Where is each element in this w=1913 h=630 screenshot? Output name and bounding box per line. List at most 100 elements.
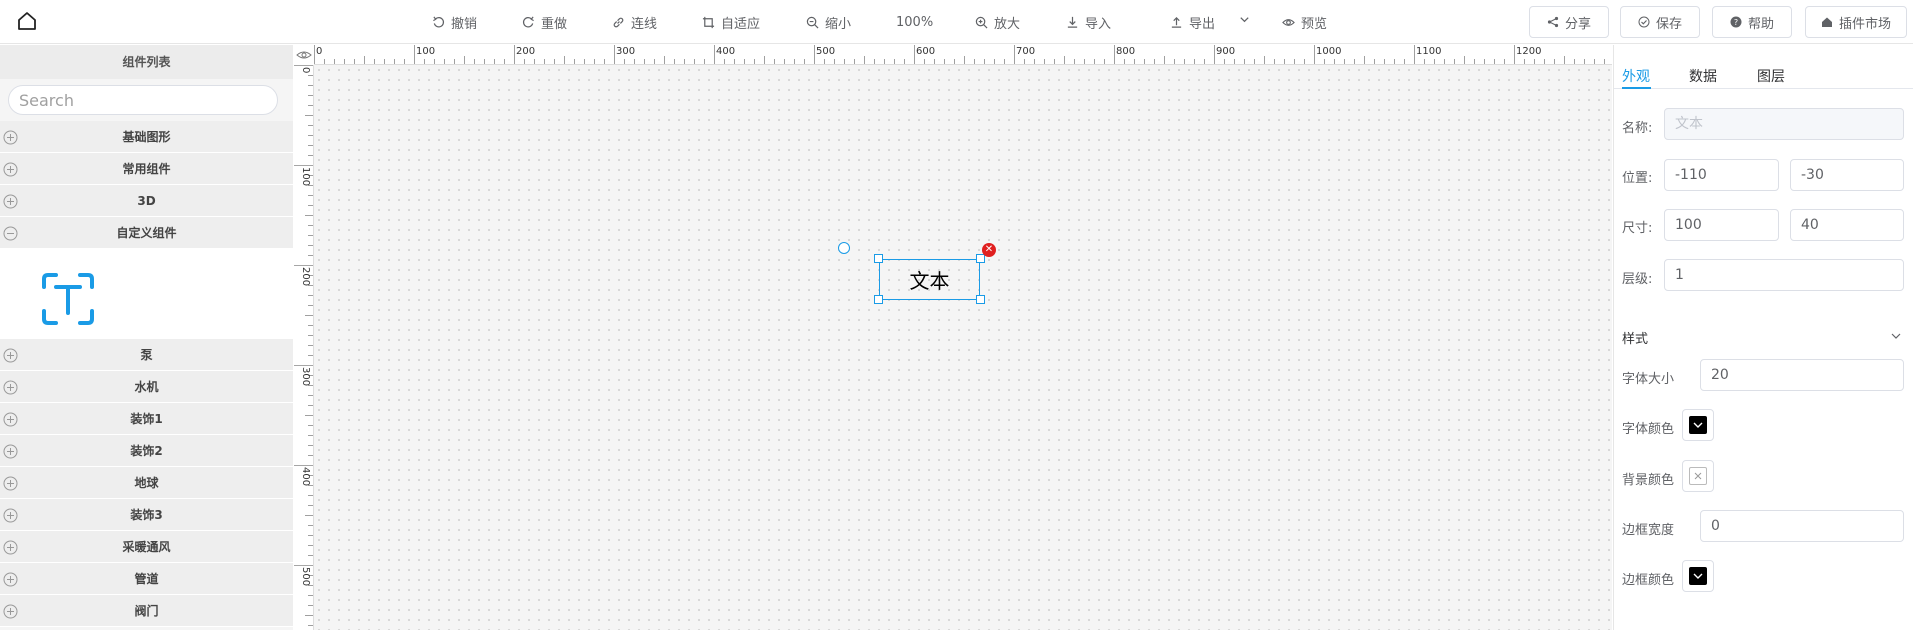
import-button[interactable]: 导入 bbox=[1066, 12, 1111, 32]
ruler-label: 100 bbox=[300, 167, 311, 186]
category-item[interactable]: 装饰3 bbox=[0, 499, 293, 531]
active-tab-indicator bbox=[1622, 87, 1651, 89]
font-color-swatch bbox=[1689, 416, 1707, 434]
eye-icon bbox=[296, 51, 312, 59]
chevron-down-icon bbox=[1240, 16, 1249, 22]
zoom-in-button[interactable]: 放大 bbox=[975, 12, 1020, 32]
width-field[interactable]: 100 bbox=[1664, 209, 1779, 241]
component-panel: 组件列表 基础图形常用组件 3D 自定义组件泵水机装饰1 装饰2 地球装饰3 采暖通风管道… bbox=[0, 45, 293, 630]
export-dropdown[interactable] bbox=[1238, 9, 1251, 29]
chevron-down-icon bbox=[1891, 333, 1901, 339]
search-input[interactable] bbox=[8, 85, 278, 115]
expand-icon bbox=[3, 572, 18, 587]
category-list: 基础图形常用组件 3D 自定义组件泵水机 装饰1 装饰2 地球装饰3 采暖通风管道阀门 bbox=[0, 121, 293, 627]
layer-field[interactable]: 1 bbox=[1664, 259, 1904, 291]
property-panel: 外观 数据 图层 名称: 文本 位置: -110 -30 尺寸: 100 40 … bbox=[1613, 45, 1913, 630]
font-color-picker[interactable] bbox=[1682, 409, 1714, 441]
share-icon bbox=[1547, 16, 1559, 28]
ruler-label: 800 bbox=[1116, 46, 1135, 57]
style-section-header[interactable]: 样式 bbox=[1622, 328, 1902, 348]
ruler-label: 200 bbox=[516, 46, 535, 57]
fit-label: 自适应 bbox=[721, 16, 761, 32]
question-icon: ? bbox=[1730, 16, 1742, 28]
category-label: 地球 bbox=[134, 476, 159, 490]
position-label: 位置: bbox=[1622, 171, 1653, 186]
zoom-out-button[interactable]: 缩小 bbox=[806, 12, 851, 32]
undo-button[interactable]: 撤销 bbox=[432, 12, 477, 32]
horizontal-ruler: 0 100 200 300 400 500 600 700 800 900 1000 1100 1200 bbox=[314, 45, 1612, 65]
font-size-field[interactable]: 20 bbox=[1700, 359, 1904, 391]
text-component-icon[interactable] bbox=[40, 271, 96, 327]
tab-appearance[interactable]: 外观 bbox=[1622, 66, 1650, 86]
ruler-label: 0 bbox=[316, 46, 322, 57]
share-button[interactable]: 分享 bbox=[1529, 6, 1609, 38]
style-section-title: 样式 bbox=[1622, 332, 1649, 347]
fit-button[interactable]: 自适应 bbox=[702, 12, 760, 32]
font-size-label: 字体大小 bbox=[1622, 372, 1675, 387]
size-label: 尺寸: bbox=[1622, 221, 1653, 236]
category-item[interactable]: 泵 bbox=[0, 339, 293, 371]
connect-label: 连线 bbox=[631, 16, 658, 32]
category-label: 采暖通风 bbox=[122, 540, 171, 554]
expand-icon bbox=[3, 412, 18, 427]
position-y-field[interactable]: -30 bbox=[1790, 159, 1904, 191]
category-item[interactable]: 常用组件 bbox=[0, 153, 293, 185]
import-icon bbox=[1067, 16, 1078, 28]
text-node-label: 文本 bbox=[909, 269, 950, 293]
category-item[interactable]: 基础图形 bbox=[0, 121, 293, 153]
height-field[interactable]: 40 bbox=[1790, 209, 1904, 241]
tab-layer[interactable]: 图层 bbox=[1757, 66, 1785, 86]
category-item[interactable]: 自定义组件 bbox=[0, 217, 293, 249]
chevron-down-icon bbox=[1693, 573, 1703, 579]
save-label: 保存 bbox=[1655, 16, 1682, 32]
help-button[interactable]: ? 帮助 bbox=[1712, 6, 1792, 38]
share-label: 分享 bbox=[1564, 16, 1591, 32]
home-icon[interactable] bbox=[16, 10, 38, 32]
position-x-field[interactable]: -110 bbox=[1664, 159, 1779, 191]
background-color-picker[interactable] bbox=[1682, 460, 1714, 492]
name-label: 名称: bbox=[1622, 121, 1653, 136]
border-color-picker[interactable] bbox=[1682, 560, 1714, 592]
border-width-field[interactable]: 0 bbox=[1700, 510, 1904, 542]
preview-button[interactable]: 预览 bbox=[1282, 12, 1327, 32]
save-button[interactable]: 保存 bbox=[1620, 6, 1700, 38]
text-node[interactable]: 文本 bbox=[879, 259, 980, 300]
category-item[interactable]: 采暖通风 bbox=[0, 531, 293, 563]
resize-handle-bottom-left[interactable] bbox=[874, 295, 883, 304]
ruler-label: 200 bbox=[300, 267, 311, 286]
category-item[interactable]: 水机 bbox=[0, 371, 293, 403]
name-field[interactable]: 文本 bbox=[1664, 108, 1904, 140]
ruler-label: 100 bbox=[416, 46, 435, 57]
export-button[interactable]: 导出 bbox=[1170, 12, 1215, 32]
category-item[interactable]: 装饰1 bbox=[0, 403, 293, 435]
resize-handle-top-left[interactable] bbox=[874, 254, 883, 263]
rotate-handle[interactable] bbox=[838, 242, 850, 254]
category-item[interactable]: 装饰2 bbox=[0, 435, 293, 467]
zoom-level-label: 100% bbox=[896, 14, 934, 30]
category-item[interactable]: 管道 bbox=[0, 563, 293, 595]
expand-icon bbox=[3, 604, 18, 619]
plugin-market-button[interactable]: 插件市场 bbox=[1805, 6, 1907, 38]
check-circle-icon bbox=[1638, 16, 1650, 28]
ruler-label: 500 bbox=[300, 567, 311, 586]
border-color-swatch bbox=[1689, 567, 1707, 585]
link-icon bbox=[613, 17, 624, 27]
category-item[interactable]: 阀门 bbox=[0, 595, 293, 627]
category-label: 常用组件 bbox=[122, 162, 171, 176]
expand-icon bbox=[3, 476, 18, 491]
canvas-area: 0 100 200 300 400 500 600 700 800 900 1000 1100 1200… bbox=[294, 45, 1612, 630]
expand-icon bbox=[3, 348, 18, 363]
connect-button[interactable]: 连线 bbox=[612, 12, 657, 32]
resize-handle-bottom-right[interactable] bbox=[976, 295, 985, 304]
ruler-corner[interactable] bbox=[294, 45, 314, 65]
category-item[interactable]: 3D bbox=[0, 185, 293, 217]
category-label: 3D bbox=[137, 194, 156, 208]
tab-data[interactable]: 数据 bbox=[1689, 66, 1717, 86]
svg-text:?: ? bbox=[1734, 18, 1738, 27]
canvas-grid[interactable]: 文本 ✕ bbox=[314, 65, 1612, 630]
redo-button[interactable]: 重做 bbox=[522, 12, 567, 32]
expand-icon bbox=[3, 508, 18, 523]
category-label: 管道 bbox=[134, 572, 159, 586]
delete-node-icon[interactable]: ✕ bbox=[982, 243, 996, 257]
category-item[interactable]: 地球 bbox=[0, 467, 293, 499]
